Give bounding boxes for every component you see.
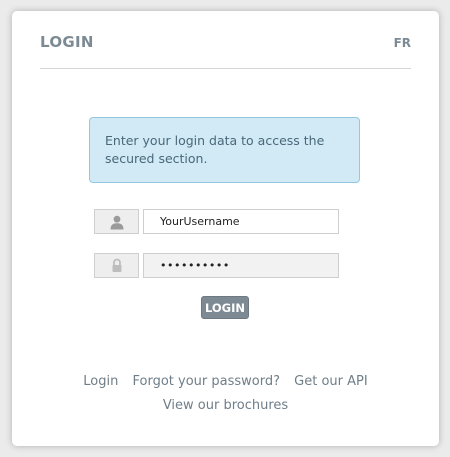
- login-link[interactable]: Login: [83, 374, 118, 389]
- login-panel: LOGIN FR Enter your login data to access…: [12, 11, 439, 446]
- username-input[interactable]: [143, 209, 339, 234]
- language-switch-link[interactable]: FR: [394, 36, 411, 50]
- login-button[interactable]: LOGIN: [201, 296, 249, 319]
- get-api-link[interactable]: Get our API: [294, 374, 368, 389]
- footer-links: Login Forgot your password? Get our API …: [12, 374, 439, 413]
- lock-icon: [94, 253, 139, 278]
- password-input[interactable]: [143, 253, 339, 278]
- brochures-link[interactable]: View our brochures: [163, 398, 288, 413]
- forgot-password-link[interactable]: Forgot your password?: [133, 374, 281, 389]
- header-divider: [40, 68, 411, 69]
- info-alert: Enter your login data to access the secu…: [89, 117, 360, 183]
- page-title: LOGIN: [40, 33, 94, 51]
- user-icon: [94, 209, 139, 234]
